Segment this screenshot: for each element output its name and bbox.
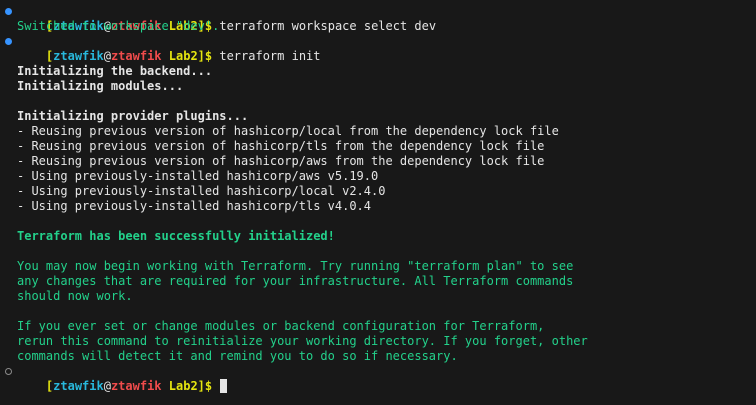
command-line: [ztawfik@ztawfik Lab2]$ terraform init xyxy=(0,34,756,63)
command-success-decoration-icon[interactable] xyxy=(5,38,12,45)
output-line: You may now begin working with Terraform… xyxy=(17,259,574,273)
output-line: rerun this command to reinitialize your … xyxy=(17,334,588,348)
output-line: should now work. xyxy=(17,289,133,303)
output-line: Initializing modules... xyxy=(17,79,184,93)
output-line: any changes that are required for your i… xyxy=(17,274,574,288)
success-message: Terraform has been successfully initiali… xyxy=(17,229,335,243)
command-success-decoration-icon[interactable] xyxy=(5,8,12,15)
output-line: - Reusing previous version of hashicorp/… xyxy=(17,139,545,153)
prompt-close: ]$ xyxy=(197,379,213,393)
command-pending-decoration-icon[interactable] xyxy=(5,368,12,375)
prompt-dir: Lab2 xyxy=(168,379,198,393)
active-prompt-line[interactable]: [ztawfik@ztawfik Lab2]$ xyxy=(0,364,756,393)
prompt-at: @ xyxy=(103,379,111,393)
text-cursor[interactable] xyxy=(220,379,228,393)
terminal-panel[interactable]: [ztawfik@ztawfik Lab2]$ terraform worksp… xyxy=(0,0,756,405)
output-line: - Reusing previous version of hashicorp/… xyxy=(17,124,559,138)
output-line: Initializing the backend... xyxy=(17,64,213,78)
output-line: Switched to workspace "dev". xyxy=(17,19,220,33)
prompt-host: ztawfik xyxy=(110,379,162,393)
command-line: [ztawfik@ztawfik Lab2]$ terraform worksp… xyxy=(0,4,756,33)
output-line: - Reusing previous version of hashicorp/… xyxy=(17,154,545,168)
output-line: Initializing provider plugins... xyxy=(17,109,249,123)
output-line: - Using previously-installed hashicorp/t… xyxy=(17,199,372,213)
output-line: - Using previously-installed hashicorp/a… xyxy=(17,169,379,183)
output-line: - Using previously-installed hashicorp/l… xyxy=(17,184,386,198)
output-line: commands will detect it and remind you t… xyxy=(17,349,458,363)
output-line: If you ever set or change modules or bac… xyxy=(17,319,545,333)
prompt-user: ztawfik xyxy=(53,379,104,393)
